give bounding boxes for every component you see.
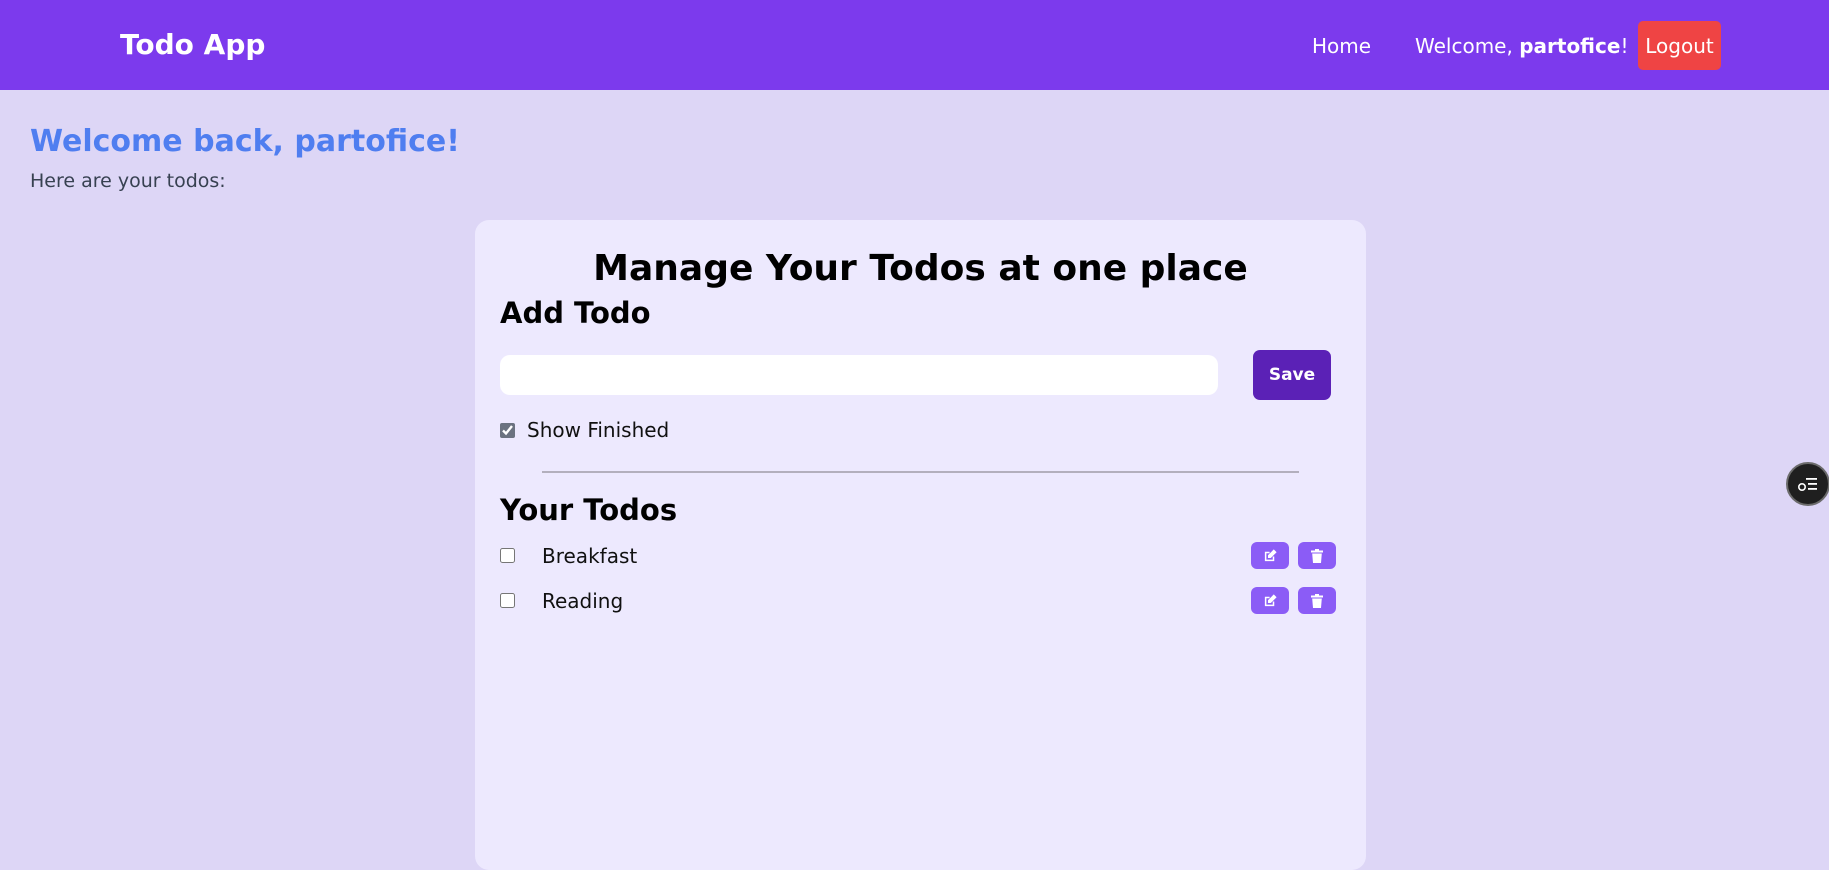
assistant-widget-button[interactable] [1786,462,1829,506]
welcome-heading: Welcome back, partofice! [30,124,460,159]
save-button[interactable]: Save [1253,350,1331,400]
delete-todo-button[interactable] [1298,587,1336,614]
logout-button[interactable]: Logout [1638,21,1721,70]
nav-username: partofice [1519,34,1621,58]
edit-icon [1264,549,1277,562]
todo-item: Breakfast [500,541,1342,571]
card-title: Manage Your Todos at one place [593,248,1248,289]
todo-checkbox[interactable] [500,593,515,608]
show-finished-toggle[interactable]: Show Finished [500,418,669,442]
brand-title[interactable]: Todo App [120,28,265,61]
edit-todo-button[interactable] [1251,587,1289,614]
nav-welcome-text: Welcome, partofice! [1415,34,1628,58]
navbar: Todo App Home Welcome, partofice! Logout [0,0,1829,90]
todo-text: Reading [542,589,624,613]
assistant-widget-icon [1797,478,1817,492]
welcome-subtext: Here are your todos: [30,170,226,192]
nav-home-link[interactable]: Home [1312,34,1371,58]
welcome-prefix: Welcome, [1415,34,1520,58]
trash-icon [1311,548,1323,563]
edit-todo-button[interactable] [1251,542,1289,569]
welcome-suffix: ! [1620,34,1629,58]
todo-text: Breakfast [542,544,638,568]
show-finished-checkbox[interactable] [500,422,515,438]
delete-todo-button[interactable] [1298,542,1336,569]
todo-input[interactable] [500,355,1218,395]
show-finished-label: Show Finished [527,418,670,442]
edit-icon [1264,594,1277,607]
divider [542,471,1299,473]
todo-item: Reading [500,586,1342,616]
your-todos-heading: Your Todos [500,493,678,527]
todo-card: Manage Your Todos at one place Add Todo … [475,220,1366,870]
todo-checkbox[interactable] [500,548,515,563]
add-todo-heading: Add Todo [500,296,651,330]
trash-icon [1311,593,1323,608]
